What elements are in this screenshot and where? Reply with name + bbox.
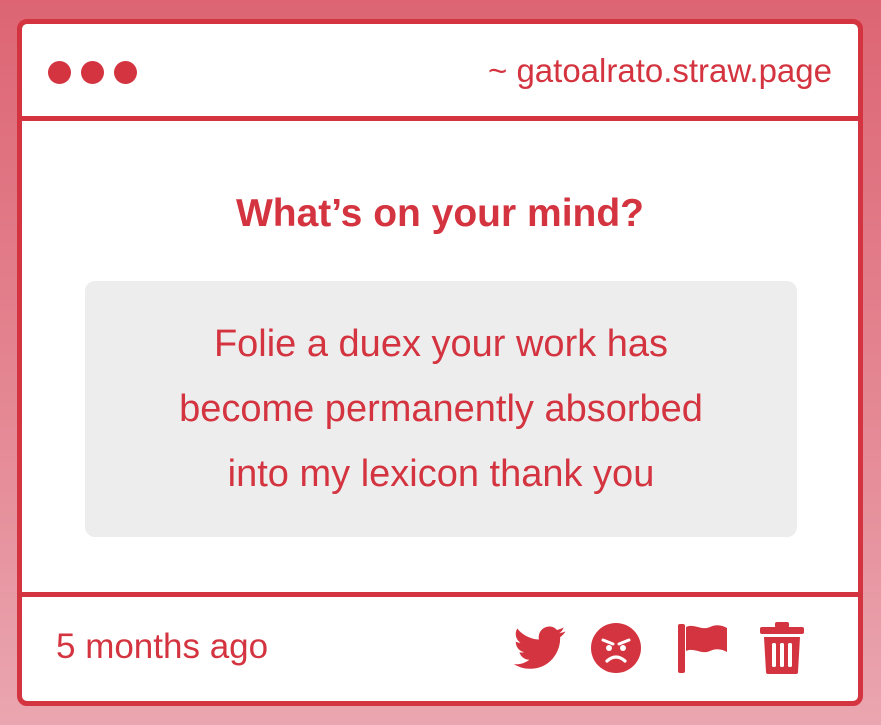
question-heading: What’s on your mind? <box>235 192 645 235</box>
site-url[interactable]: ~ gatoalrato.straw.page <box>488 52 832 90</box>
angry-face-icon <box>591 623 641 673</box>
share-twitter-button[interactable] <box>512 618 568 678</box>
react-angry-button[interactable] <box>588 618 644 678</box>
browser-titlebar: ~ gatoalrato.straw.page <box>22 24 858 121</box>
answer-line: become permanently absorbed <box>179 387 703 430</box>
window-controls <box>48 61 137 84</box>
window-dot <box>114 61 137 84</box>
report-flag-button[interactable] <box>675 618 731 678</box>
twitter-icon <box>514 626 566 669</box>
answer-box: Folie a duex your work has become perman… <box>85 281 797 537</box>
answer-line: Folie a duex your work has <box>213 322 669 365</box>
flag-icon <box>678 624 727 673</box>
answer-line: into my lexicon thank you <box>227 452 655 495</box>
message-card: ~ gatoalrato.straw.page What’s on your m… <box>17 19 863 706</box>
window-dot <box>81 61 104 84</box>
window-dot <box>48 61 71 84</box>
answer-text: Folie a duex your work has become perman… <box>179 312 703 507</box>
card-footer: 5 months ago <box>22 592 858 701</box>
message-content: What’s on your mind? Folie a duex your w… <box>22 121 858 599</box>
timestamp: 5 months ago <box>56 627 269 666</box>
delete-button[interactable] <box>754 618 810 678</box>
trash-icon <box>760 622 804 674</box>
